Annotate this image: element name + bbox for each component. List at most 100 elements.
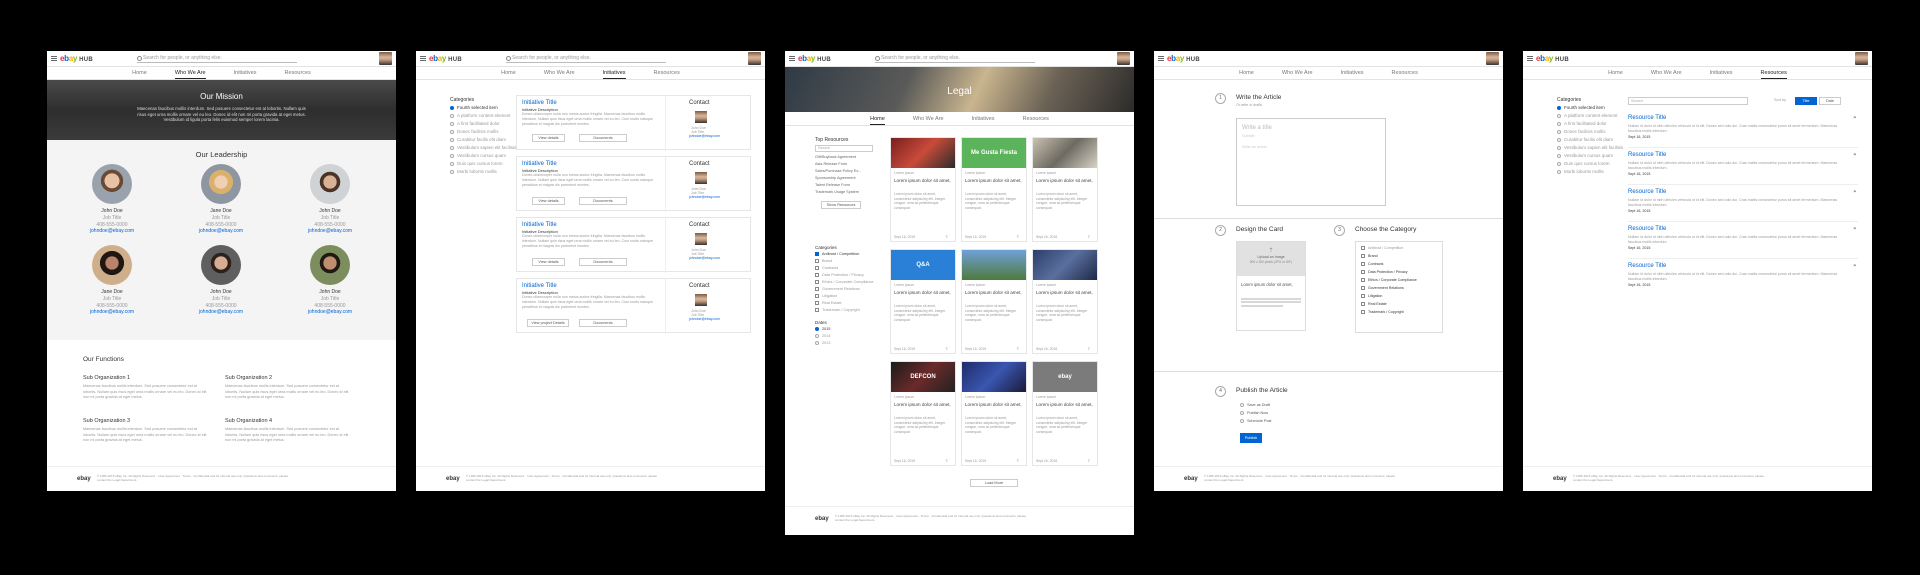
tile-title[interactable]: Lorem ipsum dolor sit amet, <box>965 178 1023 184</box>
category-check[interactable]: Brand <box>1361 254 1378 259</box>
category-check[interactable]: Contracts <box>1361 262 1383 267</box>
nav-resources[interactable]: Resources <box>654 67 680 79</box>
nav-resources[interactable]: Resources <box>285 67 311 79</box>
publish-option[interactable]: Publish Now <box>1240 411 1268 416</box>
person-card[interactable]: John Doe Job Title 408-555-0000 johndoe@eba… <box>300 164 360 235</box>
article-tile[interactable]: Lorem ipsum Lorem ipsum dolor sit amet, Lo… <box>890 137 956 242</box>
publish-option[interactable]: Schedule Post <box>1240 419 1272 424</box>
category-item[interactable]: Vestibulum sapien elit facilisis <box>450 145 516 151</box>
view-details-button[interactable]: View details <box>532 134 565 142</box>
bookmark-icon[interactable]: ⚑ <box>1853 189 1857 194</box>
date-radio[interactable]: 2013 <box>815 341 830 346</box>
resource-title[interactable]: Resource Title <box>1628 188 1858 196</box>
load-more-button[interactable]: Load More <box>970 479 1018 487</box>
nav-who-we-are[interactable]: Who We Are <box>544 67 575 79</box>
category-check[interactable]: Government Relations <box>1361 286 1404 291</box>
category-item[interactable]: Duis quis cursus lorem <box>450 161 503 167</box>
category-check[interactable]: Data Protection / Privacy <box>815 273 864 278</box>
nav-initiatives[interactable]: Initiatives <box>1710 67 1733 79</box>
ebay-hub-logo[interactable]: ebay HUB <box>1536 54 1569 65</box>
person-card[interactable]: John Doe Job Title 408-555-0000 johndoe@eba… <box>82 164 142 235</box>
category-check[interactable]: Litigation <box>815 294 837 299</box>
view-project-details-button[interactable]: View project Details <box>527 319 569 327</box>
ebay-hub-logo[interactable]: ebay HUB <box>60 54 93 65</box>
ebay-hub-logo[interactable]: ebay HUB <box>429 54 462 65</box>
tile-title[interactable]: Lorem ipsum dolor sit amet, <box>894 178 952 184</box>
nav-who-we-are[interactable]: Who We Are <box>174 67 206 79</box>
article-title-field[interactable]: Write a title <box>1242 124 1272 132</box>
footer-logo[interactable]: ebay <box>815 515 829 523</box>
article-body-field[interactable]: Write an article <box>1242 145 1267 150</box>
resource-link[interactable]: Sponsorship Agreement <box>815 176 856 181</box>
tile-title[interactable]: Lorem ipsum dolor sit amet, <box>894 402 952 408</box>
category-check[interactable]: Trademark / Copyright <box>1361 310 1404 315</box>
resource-search-input[interactable]: Search <box>1628 97 1748 105</box>
menu-icon[interactable] <box>1158 56 1164 61</box>
nav-resources[interactable]: Resources <box>1392 67 1418 79</box>
footer-logo[interactable]: ebay <box>446 475 460 483</box>
nav-initiatives[interactable]: Initiatives <box>1341 67 1364 79</box>
category-item[interactable]: Vestibulum cursus quam <box>1557 153 1613 159</box>
user-avatar[interactable] <box>1855 52 1868 65</box>
resource-title[interactable]: Resource Title <box>1628 262 1858 270</box>
person-card[interactable]: Jane Doe Job Title 408-555-0000 johndoe@eba… <box>82 245 142 316</box>
resource-link[interactable]: Sales/Purchase Policy Ex... <box>815 169 861 174</box>
nav-initiatives[interactable]: Initiatives <box>602 67 626 79</box>
share-icon[interactable]: ⇪ <box>945 234 948 239</box>
article-tile[interactable]: Q&A Lorem ipsum Lorem ipsum dolor sit amet… <box>890 249 956 354</box>
person-card[interactable]: John Doe Job Title 408-555-0000 johndoe@eba… <box>191 245 251 316</box>
category-check[interactable]: Ethics / Corporate Compliance <box>815 280 874 285</box>
share-icon[interactable]: ⇪ <box>945 458 948 463</box>
sort-date-toggle[interactable]: Date <box>1819 97 1841 105</box>
user-avatar[interactable] <box>748 52 761 65</box>
tile-tag[interactable]: Lorem ipsum <box>965 395 985 400</box>
tile-tag[interactable]: Lorem ipsum <box>894 395 914 400</box>
resource-search-input[interactable]: Search <box>815 145 873 152</box>
category-check[interactable]: Antitrust / Competition <box>815 252 859 257</box>
tab-home[interactable]: Home <box>870 113 885 125</box>
category-item[interactable]: Morbi lobortis mollis <box>450 169 497 175</box>
nav-home[interactable]: Home <box>501 67 516 79</box>
user-avatar[interactable] <box>1486 52 1499 65</box>
user-avatar[interactable] <box>1117 52 1130 65</box>
resource-title[interactable]: Resource Title <box>1628 114 1858 122</box>
view-details-button[interactable]: View details <box>532 258 565 266</box>
resource-item[interactable]: Resource Title Nullam id dolor id nibh ul… <box>1628 188 1858 222</box>
footer-logo[interactable]: ebay <box>1553 475 1567 483</box>
documents-button[interactable]: Documents <box>579 319 627 327</box>
tile-tag[interactable]: Lorem ipsum <box>965 283 985 288</box>
bookmark-icon[interactable]: ⚑ <box>1853 152 1857 157</box>
nav-resources[interactable]: Resources <box>1760 67 1787 79</box>
resource-link[interactable]: Trademark Usage System <box>815 190 859 195</box>
show-resources-button[interactable]: Show Resources <box>821 201 861 209</box>
documents-button[interactable]: Documents <box>579 258 627 266</box>
category-check[interactable]: Data Protection / Privacy <box>1361 270 1408 275</box>
bookmark-icon[interactable]: ⚑ <box>1853 263 1857 268</box>
category-check[interactable]: Brand <box>815 259 832 264</box>
category-item[interactable]: Curabitur facilis elit diam <box>1557 137 1613 143</box>
nav-home[interactable]: Home <box>132 67 147 79</box>
menu-icon[interactable] <box>1527 56 1533 61</box>
share-icon[interactable]: ⇪ <box>945 346 948 351</box>
share-icon[interactable]: ⇪ <box>1016 458 1019 463</box>
category-item[interactable]: Fourth selected item <box>450 105 498 111</box>
article-tile[interactable]: ebay Lorem ipsum Lorem ipsum dolor sit ame… <box>1032 361 1098 466</box>
resource-title[interactable]: Resource Title <box>1628 151 1858 159</box>
category-check[interactable]: Litigation <box>1361 294 1382 299</box>
category-item[interactable]: Fourth selected item <box>1557 105 1605 111</box>
resource-item[interactable]: Resource Title Nullam id dolor id nibh ul… <box>1628 225 1858 259</box>
article-subtitle-field[interactable]: Subtitle <box>1242 134 1255 139</box>
publish-button[interactable]: Publish <box>1240 433 1262 443</box>
tile-title[interactable]: Lorem ipsum dolor sit amet, <box>1036 178 1094 184</box>
user-avatar[interactable] <box>379 52 392 65</box>
resource-item[interactable]: Resource Title Nullam id dolor id nibh ul… <box>1628 262 1858 288</box>
footer-logo[interactable]: ebay <box>1184 475 1198 483</box>
share-icon[interactable]: ⇪ <box>1016 346 1019 351</box>
tab-who-we-are[interactable]: Who We Are <box>913 113 944 125</box>
nav-home[interactable]: Home <box>1608 67 1623 79</box>
nav-who-we-are[interactable]: Who We Are <box>1651 67 1682 79</box>
share-icon[interactable]: ⇪ <box>1087 458 1090 463</box>
tile-title[interactable]: Lorem ipsum dolor sit amet, <box>1036 290 1094 296</box>
date-radio[interactable]: 2015 <box>815 327 830 332</box>
tile-title[interactable]: Lorem ipsum dolor sit amet, <box>965 402 1023 408</box>
